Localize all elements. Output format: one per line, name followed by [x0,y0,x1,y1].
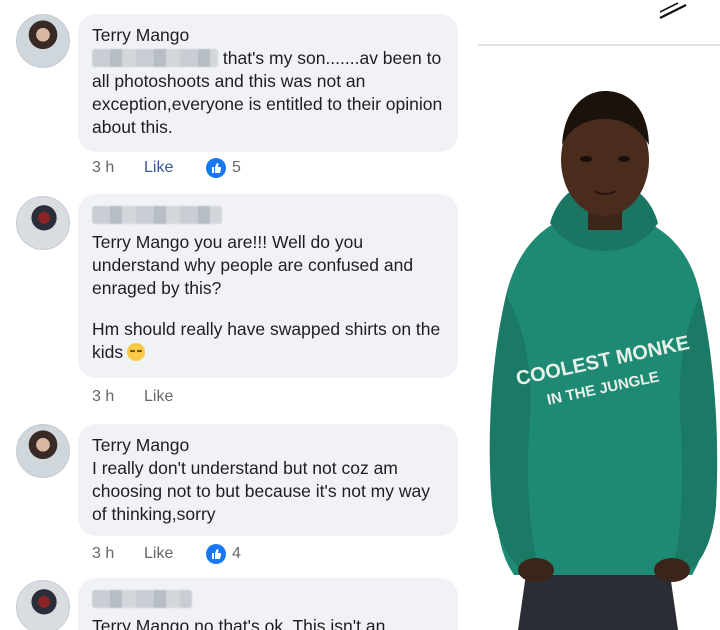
like-button[interactable]: Like [144,388,206,406]
comment-thread: Terry Mango that's my son.......av been … [0,0,470,630]
comment-time[interactable]: 3 h [92,159,144,177]
screenshot: Terry Mango that's my son.......av been … [0,0,720,630]
avatar[interactable] [16,580,70,630]
comment-meta: 3 h Like 5 [92,158,241,178]
comment-author[interactable]: Terry Mango [92,434,444,457]
like-button[interactable]: Like [144,159,206,177]
comment-text-line1: no that's ok. This isn't an [189,616,386,630]
mention-link[interactable]: Terry Mango [92,232,189,252]
comment-time[interactable]: 3 h [92,388,144,406]
reaction-count: 4 [232,545,241,562]
corner-slash-icon [659,2,687,19]
comment-bubble: Terry Mango no that's ok. This isn't an [78,578,458,630]
reaction-count: 5 [232,159,241,176]
photo-top-divider [478,44,720,46]
boy-in-hoodie-image: COOLEST MONKE IN THE JUNGLE [478,55,720,630]
redacted-name [92,590,192,608]
comment-text: that's my son.......av been to all photo… [92,47,444,139]
thumbs-up-icon[interactable] [206,544,226,564]
thumbs-up-icon[interactable] [206,158,226,178]
comment-text: Terry Mango no that's ok. This isn't an [92,615,444,630]
avatar[interactable] [16,14,70,68]
redacted-author [92,204,444,227]
comment-text-line1: that's my son.......av been [222,48,422,68]
avatar[interactable] [16,196,70,250]
comment-text: I really don't understand but not coz am… [92,458,430,524]
comment-meta: 3 h Like 4 [92,544,241,564]
redacted-author [92,588,444,611]
comment-meta: 3 h Like [92,388,206,406]
comment-text-para2: Hm should really have swapped shirts on … [92,318,444,364]
redacted-name [92,49,218,67]
redacted-name [92,206,222,224]
comment-text-rest: understand why people are confused and e… [92,255,414,298]
comment-bubble: Terry Mango I really don't understand bu… [78,424,458,536]
comment-author[interactable]: Terry Mango [92,24,444,47]
comment-text-line1: you are!!! Well do you [189,232,364,252]
like-button[interactable]: Like [144,545,206,563]
comment-bubble: Terry Mango you are!!! Well do you under… [78,194,458,378]
mention-link[interactable]: Terry Mango [92,616,189,630]
comment-text: Terry Mango you are!!! Well do you under… [92,231,444,300]
comment-bubble: Terry Mango that's my son.......av been … [78,14,458,152]
comment-time[interactable]: 3 h [92,545,144,563]
disappointed-emoji-icon [127,343,146,361]
product-photo: COOLEST MONKE IN THE JUNGLE [478,55,720,630]
avatar[interactable] [16,424,70,478]
